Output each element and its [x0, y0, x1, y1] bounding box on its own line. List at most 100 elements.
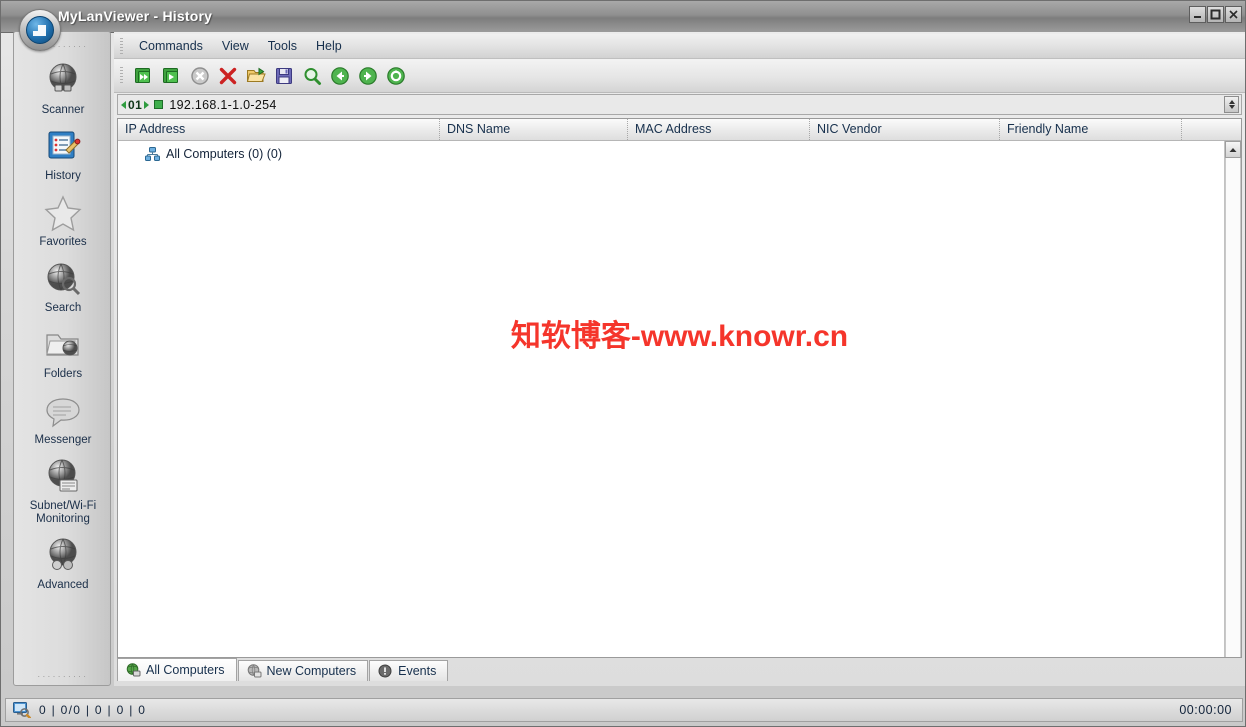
open-folder-icon	[246, 67, 266, 82]
sidebar-item-search[interactable]: Search	[14, 252, 112, 318]
favorites-star-icon	[44, 195, 82, 232]
green-refresh-icon	[387, 66, 405, 85]
sidebar-item-messenger[interactable]: Messenger	[14, 384, 112, 450]
menu-view[interactable]: View	[213, 36, 258, 56]
toolbar-grip-icon[interactable]	[118, 67, 126, 84]
window-title: MyLanViewer - History	[58, 8, 213, 24]
scroll-track[interactable]	[1225, 158, 1241, 657]
tab-events[interactable]: Events	[369, 660, 449, 681]
menubar-grip-icon[interactable]	[118, 37, 126, 55]
status-bar: 0 | 0/0 | 0 | 0 | 0 00:00:00	[5, 698, 1243, 722]
status-clock: 00:00:00	[1179, 703, 1232, 717]
tab-new-computers[interactable]: New Computers	[237, 660, 369, 681]
application-window: MyLanViewer - History .......... Scanner…	[0, 0, 1246, 727]
tool-bar	[114, 59, 1245, 93]
sidebar-item-label: Subnet/Wi-Fi Monitoring	[14, 500, 112, 526]
maximize-button[interactable]	[1207, 6, 1224, 23]
sidebar-item-subnet-wifi-monitoring[interactable]: Subnet/Wi-Fi Monitoring	[14, 450, 112, 529]
mylanviewer-logo-icon	[26, 16, 54, 44]
start-scan-button[interactable]	[158, 62, 186, 90]
sidebar-item-scanner[interactable]: Scanner	[14, 54, 112, 120]
messenger-balloon-icon	[46, 398, 80, 428]
advanced-globe-icon	[49, 538, 77, 570]
folders-shared-icon	[46, 334, 79, 356]
save-file-button[interactable]	[270, 62, 298, 90]
forward-button[interactable]	[354, 62, 382, 90]
sidebar-item-label-line2: Monitoring	[36, 513, 90, 525]
scan-status-icon	[13, 702, 31, 718]
info-circle-icon	[378, 664, 392, 678]
fast-scan-icon	[135, 67, 150, 83]
sidebar-item-label: History	[45, 170, 81, 182]
globe-computer-icon	[126, 663, 141, 677]
subnet-monitor-icon	[48, 459, 78, 492]
search-globe-icon	[47, 263, 81, 296]
spinner-up-icon[interactable]	[1228, 99, 1235, 104]
green-forward-arrow-icon	[359, 66, 377, 85]
tab-label: All Computers	[146, 663, 225, 677]
red-x-icon	[219, 67, 237, 84]
range-value: 192.168.1-1.0-254	[169, 97, 277, 112]
close-button[interactable]	[1225, 6, 1242, 23]
vertical-scrollbar[interactable]	[1224, 141, 1241, 657]
find-button[interactable]	[298, 62, 326, 90]
sidebar-item-favorites[interactable]: Favorites	[14, 186, 112, 252]
history-notepad-icon	[48, 131, 81, 159]
minimize-button[interactable]	[1189, 6, 1206, 23]
status-counters: 0 | 0/0 | 0 | 0 | 0	[39, 703, 147, 717]
open-file-button[interactable]	[242, 62, 270, 90]
title-bar: MyLanViewer - History	[1, 1, 1245, 33]
content-pane: Commands View Tools Help 01 192.168.1-1.…	[114, 32, 1245, 686]
floppy-save-icon	[276, 67, 292, 84]
menu-bar: Commands View Tools Help	[114, 34, 1245, 59]
scan-range-bar[interactable]: 01 192.168.1-1.0-254	[117, 94, 1242, 115]
stop-disabled-icon	[191, 66, 209, 85]
tab-all-computers[interactable]: All Computers	[117, 658, 237, 681]
sidebar: .......... Scanner History Favorites Sea…	[13, 31, 111, 686]
globe-computer-grey-icon	[247, 664, 261, 678]
scan-icon	[163, 67, 178, 83]
minimize-icon	[1194, 16, 1201, 18]
list-body: All Computers (0) (0) 知软博客-www.knowr.cn	[118, 141, 1241, 657]
scanner-globe-icon	[49, 63, 77, 92]
delete-button[interactable]	[214, 62, 242, 90]
scroll-up-button[interactable]	[1225, 141, 1241, 158]
range-spinner[interactable]	[1224, 96, 1239, 113]
column-header-spacer	[1182, 119, 1225, 140]
right-arrow-icon[interactable]	[144, 100, 150, 109]
menu-help[interactable]: Help	[307, 36, 351, 56]
green-back-arrow-icon	[331, 66, 349, 85]
menu-tools[interactable]: Tools	[259, 36, 306, 56]
list-item[interactable]: All Computers (0) (0)	[118, 141, 1241, 161]
sidebar-item-label: Favorites	[39, 236, 87, 248]
app-logo-button[interactable]	[19, 9, 61, 51]
refresh-button[interactable]	[382, 62, 410, 90]
start-fast-scan-button[interactable]	[130, 62, 158, 90]
list-item-label: All Computers (0) (0)	[166, 147, 282, 161]
range-index: 01	[128, 97, 143, 112]
window-controls	[1189, 6, 1242, 23]
sidebar-bottom-grip: ..........	[37, 669, 89, 679]
menu-commands[interactable]: Commands	[130, 36, 212, 56]
tab-label: Events	[398, 664, 437, 678]
spinner-down-icon[interactable]	[1228, 105, 1235, 110]
sidebar-item-label: Folders	[43, 368, 83, 380]
column-header-friendly-name[interactable]: Friendly Name	[1000, 119, 1182, 140]
sidebar-item-history[interactable]: History	[14, 120, 112, 186]
column-header-ip-address[interactable]: IP Address	[118, 119, 440, 140]
list-header: IP Address DNS Name MAC Address NIC Vend…	[118, 119, 1241, 141]
maximize-icon	[1210, 9, 1221, 20]
sidebar-item-list: Scanner History Favorites Search Folders…	[14, 54, 112, 595]
back-button[interactable]	[326, 62, 354, 90]
stop-scan-button	[186, 62, 214, 90]
range-index-group[interactable]: 01	[118, 97, 150, 112]
magnifier-icon	[304, 67, 321, 85]
sidebar-item-label: Messenger	[34, 434, 92, 446]
sidebar-item-advanced[interactable]: Advanced	[14, 529, 112, 595]
watermark-text: 知软博客-www.knowr.cn	[510, 320, 849, 353]
column-header-mac-address[interactable]: MAC Address	[628, 119, 810, 140]
column-header-dns-name[interactable]: DNS Name	[440, 119, 628, 140]
column-header-nic-vendor[interactable]: NIC Vendor	[810, 119, 1000, 140]
sidebar-item-folders[interactable]: Folders	[14, 318, 112, 384]
sidebar-item-label: Search	[44, 302, 82, 314]
